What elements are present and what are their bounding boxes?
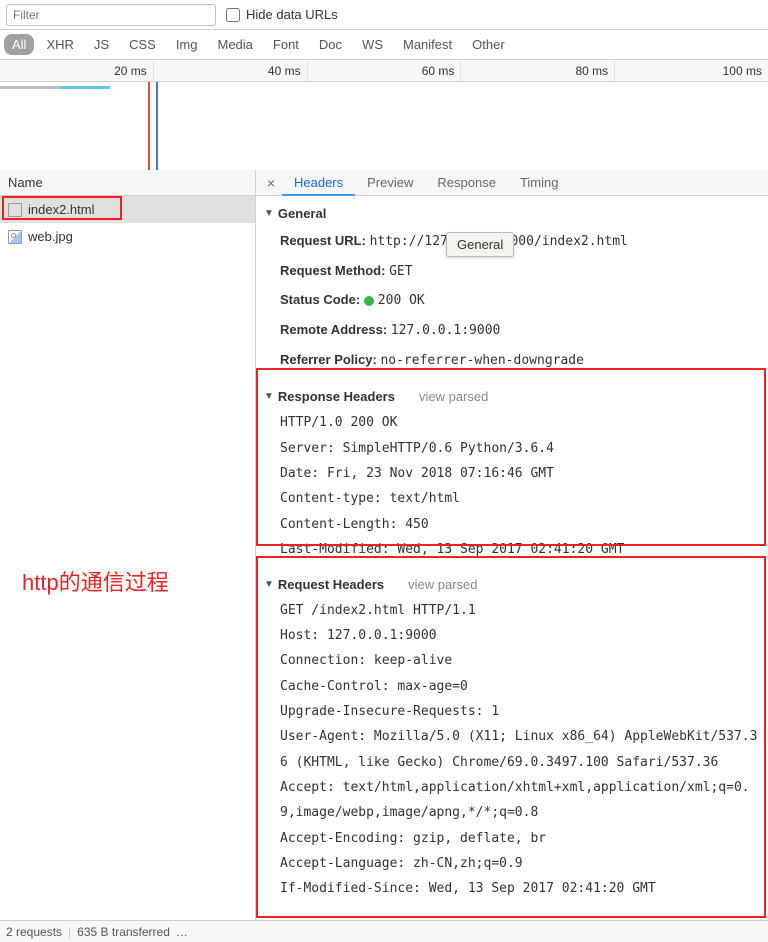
load-event-line — [148, 82, 150, 170]
requests-list-header[interactable]: Name — [0, 170, 255, 196]
type-tab-doc[interactable]: Doc — [311, 34, 350, 55]
type-tab-all[interactable]: All — [4, 34, 34, 55]
image-file-icon — [8, 230, 22, 244]
request-name: web.jpg — [28, 229, 73, 244]
request-method-label: Request Method: — [280, 263, 385, 278]
content-split: Name index2.html web.jpg http的通信过程 × Head… — [0, 170, 768, 920]
status-bar: 2 requests | 635 B transferred … — [0, 920, 768, 942]
header-line: Accept-Encoding: gzip, deflate, br — [260, 826, 764, 851]
tooltip: General — [446, 232, 514, 257]
header-line: GET /index2.html HTTP/1.1 — [260, 598, 764, 623]
resource-type-tabs: AllXHRJSCSSImgMediaFontDocWSManifestOthe… — [0, 30, 768, 60]
header-line: HTTP/1.0 200 OK — [260, 410, 764, 435]
hide-data-urls-checkbox[interactable]: Hide data URLs — [226, 7, 338, 22]
view-parsed-link[interactable]: view parsed — [408, 577, 477, 592]
close-icon[interactable]: × — [260, 175, 282, 191]
status-requests: 2 requests — [6, 925, 62, 939]
waterfall-bar — [60, 86, 110, 89]
filter-input[interactable] — [6, 4, 216, 26]
request-detail-panel: × HeadersPreviewResponseTiming General ▼… — [256, 170, 768, 920]
status-more: … — [176, 925, 188, 939]
status-code-label: Status Code: — [280, 292, 360, 307]
header-line: Content-Length: 450 — [260, 512, 764, 537]
type-tab-manifest[interactable]: Manifest — [395, 34, 460, 55]
request-headers-section: ▼ Request Headers view parsed GET /index… — [256, 571, 768, 910]
type-tab-font[interactable]: Font — [265, 34, 307, 55]
request-row[interactable]: index2.html — [0, 196, 255, 223]
request-row[interactable]: web.jpg — [0, 223, 255, 250]
type-tab-js[interactable]: JS — [86, 34, 117, 55]
timeline-labels: 20 ms40 ms60 ms80 ms100 ms — [0, 60, 768, 82]
header-line: Cache-Control: max-age=0 — [260, 674, 764, 699]
request-headers-toggle[interactable]: ▼ Request Headers view parsed — [260, 575, 764, 598]
requests-list-panel: Name index2.html web.jpg http的通信过程 — [0, 170, 256, 920]
header-line: Date: Fri, 23 Nov 2018 07:16:46 GMT — [260, 461, 764, 486]
requests-list: index2.html web.jpg — [0, 196, 255, 920]
type-tab-css[interactable]: CSS — [121, 34, 164, 55]
detail-tab-headers[interactable]: Headers — [282, 171, 355, 196]
status-code-value: 200 OK — [378, 293, 425, 308]
header-line: Accept-Language: zh-CN,zh;q=0.9 — [260, 851, 764, 876]
timeline-tick: 60 ms — [308, 60, 462, 81]
document-file-icon — [8, 203, 22, 217]
response-headers-toggle[interactable]: ▼ Response Headers view parsed — [260, 387, 764, 410]
triangle-down-icon: ▼ — [264, 579, 274, 590]
general-title: General — [278, 206, 326, 221]
general-section-toggle[interactable]: ▼ General — [260, 204, 764, 227]
referrer-policy-label: Referrer Policy: — [280, 352, 377, 367]
type-tab-img[interactable]: Img — [168, 34, 206, 55]
header-line: Upgrade-Insecure-Requests: 1 — [260, 699, 764, 724]
header-line: Connection: keep-alive — [260, 648, 764, 673]
triangle-down-icon: ▼ — [264, 208, 274, 219]
request-url-label: Request URL: — [280, 233, 366, 248]
header-line: Server: SimpleHTTP/0.6 Python/3.6.4 — [260, 436, 764, 461]
timeline-tick: 40 ms — [154, 60, 308, 81]
referrer-policy-value: no-referrer-when-downgrade — [380, 353, 584, 368]
header-line: Last-Modified: Wed, 13 Sep 2017 02:41:20… — [260, 537, 764, 562]
request-headers-title: Request Headers — [278, 577, 384, 592]
request-name: index2.html — [28, 202, 94, 217]
header-line: Accept: text/html,application/xhtml+xml,… — [260, 775, 764, 826]
type-tab-xhr[interactable]: XHR — [38, 34, 81, 55]
type-tab-ws[interactable]: WS — [354, 34, 391, 55]
general-section: ▼ General Request URL: http://127.0.0.1:… — [256, 200, 768, 383]
type-tab-media[interactable]: Media — [209, 34, 260, 55]
detail-tab-timing[interactable]: Timing — [508, 171, 571, 194]
header-line: Content-type: text/html — [260, 486, 764, 511]
remote-address-value: 127.0.0.1:9000 — [391, 323, 501, 338]
separator: | — [68, 925, 71, 939]
timeline-overview[interactable]: 20 ms40 ms60 ms80 ms100 ms — [0, 60, 768, 170]
triangle-down-icon: ▼ — [264, 391, 274, 402]
timeline-tick: 100 ms — [615, 60, 768, 81]
response-headers-section: ▼ Response Headers view parsed HTTP/1.0 … — [256, 383, 768, 570]
timeline-waterfall — [0, 82, 768, 170]
filter-bar: Hide data URLs — [0, 0, 768, 30]
hide-data-urls-box[interactable] — [226, 8, 240, 22]
detail-tabs: × HeadersPreviewResponseTiming — [256, 170, 768, 196]
view-parsed-link[interactable]: view parsed — [419, 389, 488, 404]
detail-tab-preview[interactable]: Preview — [355, 171, 425, 194]
annotation-text: http的通信过程 — [22, 565, 169, 597]
request-method-value: GET — [389, 264, 412, 279]
waterfall-bar — [0, 86, 60, 89]
header-line: User-Agent: Mozilla/5.0 (X11; Linux x86_… — [260, 724, 764, 775]
type-tab-other[interactable]: Other — [464, 34, 513, 55]
detail-tab-response[interactable]: Response — [425, 171, 508, 194]
status-transferred: 635 B transferred — [77, 925, 170, 939]
remote-address-label: Remote Address: — [280, 322, 387, 337]
status-dot-icon — [364, 296, 374, 306]
header-line: Host: 127.0.0.1:9000 — [260, 623, 764, 648]
detail-body: General ▼ General Request URL: http://12… — [256, 196, 768, 920]
header-line: If-Modified-Since: Wed, 13 Sep 2017 02:4… — [260, 876, 764, 901]
timeline-tick: 80 ms — [461, 60, 615, 81]
domcontent-line — [156, 82, 158, 170]
response-headers-title: Response Headers — [278, 389, 395, 404]
hide-data-urls-label: Hide data URLs — [246, 7, 338, 22]
timeline-tick: 20 ms — [0, 60, 154, 81]
